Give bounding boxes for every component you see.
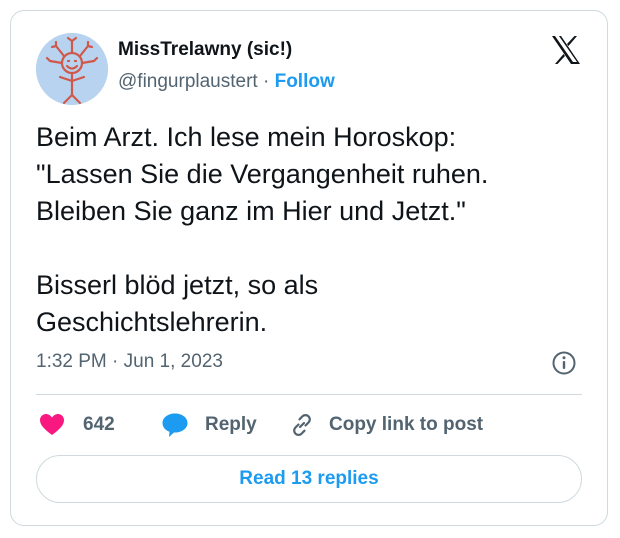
reply-button[interactable]: Reply [161,410,257,440]
post-text-line: Bleiben Sie ganz im Hier und Jetzt." [36,196,466,226]
handle-separator: · [262,71,270,92]
author-handle-row: @fingurplaustert · Follow [118,71,335,93]
link-icon [293,414,311,436]
author-handle[interactable]: @fingurplaustert [118,71,258,92]
info-icon[interactable] [551,350,577,376]
post-text-line: "Lassen Sie die Vergangenheit ruhen. [36,159,489,189]
author-avatar[interactable] [36,33,108,105]
read-replies-button[interactable]: Read 13 replies [36,455,582,503]
copy-link-button[interactable]: Copy link to post [289,410,483,440]
embedded-post-card: MissTrelawny (sic!) @fingurplaustert · F… [10,10,608,526]
post-text-line: Geschichtslehrerin. [36,307,268,337]
reply-label: Reply [205,414,257,435]
post-text: Beim Arzt. Ich lese mein Horoskop: "Lass… [36,119,596,341]
author-display-name[interactable]: MissTrelawny (sic!) [118,39,292,61]
post-text-line: Bisserl blöd jetzt, so als [36,270,319,300]
copy-link-label: Copy link to post [329,414,484,435]
speech-bubble-icon [162,413,188,437]
sun-face-drawing-icon [36,33,108,105]
follow-button[interactable]: Follow [275,71,335,92]
like-button[interactable]: 642 [39,410,115,440]
x-logo-icon[interactable] [549,33,583,67]
heart-icon [40,414,64,435]
post-timestamp[interactable]: 1:32 PM · Jun 1, 2023 [36,351,223,373]
like-count: 642 [83,414,115,435]
divider [36,394,582,395]
post-text-line: Beim Arzt. Ich lese mein Horoskop: [36,122,457,152]
